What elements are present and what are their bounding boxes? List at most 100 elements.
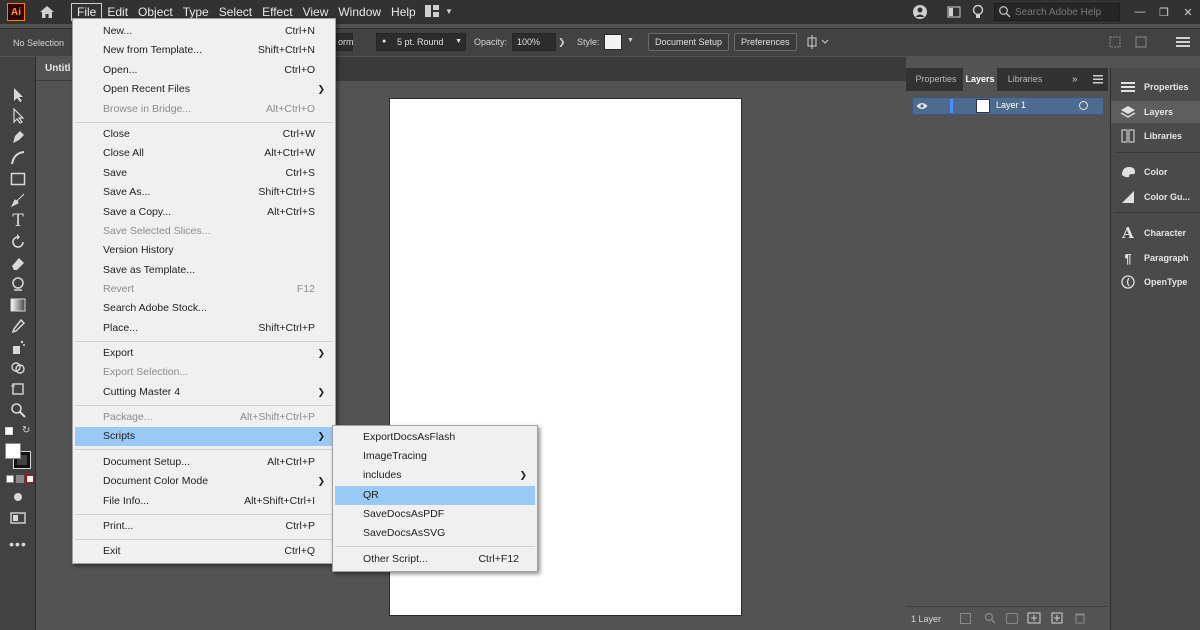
- gradient-mode-icon[interactable]: [16, 475, 24, 483]
- menu-item-file-info[interactable]: File Info... Alt+Shift+Ctrl+I: [75, 492, 333, 511]
- menu-item-save-as-template[interactable]: Save as Template...: [75, 261, 333, 280]
- menu-item-print[interactable]: Print... Ctrl+P: [75, 517, 333, 536]
- eraser-tool-icon[interactable]: [9, 254, 27, 272]
- panel-menu-icon[interactable]: [1093, 75, 1103, 87]
- dock-opentype[interactable]: OpenType: [1111, 271, 1200, 293]
- tab-properties[interactable]: Properties: [909, 68, 963, 91]
- target-circle-icon[interactable]: [1079, 101, 1088, 110]
- script-item-other-script[interactable]: Other Script... Ctrl+F12: [335, 550, 535, 569]
- document-tab[interactable]: Untitl: [36, 57, 76, 81]
- close-button[interactable]: ✕: [1176, 2, 1200, 22]
- dock-color[interactable]: Color: [1111, 161, 1200, 183]
- direct-selection-tool-icon[interactable]: [9, 107, 27, 125]
- eye-icon[interactable]: [916, 102, 928, 110]
- menu-help[interactable]: Help: [386, 3, 421, 21]
- type-tool-icon[interactable]: T: [9, 211, 27, 231]
- curvature-tool-icon[interactable]: [9, 149, 27, 167]
- none-mode-icon[interactable]: [26, 475, 34, 483]
- menu-item-open-recent[interactable]: Open Recent Files ❯: [75, 80, 333, 99]
- script-item-save-docs-as-pdf[interactable]: SaveDocsAsPDF: [335, 505, 535, 524]
- script-item-qr[interactable]: QR: [335, 486, 535, 505]
- document-setup-button[interactable]: Document Setup: [648, 33, 730, 51]
- menu-item-document-setup[interactable]: Document Setup... Alt+Ctrl+P: [75, 453, 333, 472]
- search-input[interactable]: Search Adobe Help: [994, 3, 1120, 21]
- menu-item-place[interactable]: Place... Shift+Ctrl+P: [75, 319, 333, 338]
- dock-paragraph[interactable]: ¶ Paragraph: [1111, 247, 1200, 269]
- pen-tool-icon[interactable]: [9, 128, 27, 146]
- new-layer-icon[interactable]: [1051, 612, 1063, 626]
- arrange-icon[interactable]: [806, 35, 830, 52]
- dock-libraries[interactable]: Libraries: [1111, 125, 1200, 147]
- paintbrush-tool-icon[interactable]: [9, 191, 27, 209]
- opacity-input[interactable]: 100%: [512, 33, 556, 51]
- menu-item-cutting-master[interactable]: Cutting Master 4 ❯: [75, 383, 333, 402]
- shape-builder-tool-icon[interactable]: [9, 359, 27, 377]
- trash-icon[interactable]: [1074, 612, 1086, 626]
- symbol-sprayer-tool-icon[interactable]: [9, 338, 27, 356]
- tab-libraries[interactable]: Libraries: [1001, 68, 1049, 91]
- menu-item-save[interactable]: Save Ctrl+S: [75, 164, 333, 183]
- collapse-panel-icon[interactable]: »: [1072, 74, 1078, 85]
- script-item-includes[interactable]: includes ❯: [335, 466, 535, 485]
- dock-color-guide[interactable]: Color Gu...: [1111, 186, 1200, 208]
- tab-layers[interactable]: Layers: [963, 68, 997, 91]
- menu-item-save-as[interactable]: Save As... Shift+Ctrl+S: [75, 183, 333, 202]
- color-mode-icon[interactable]: [6, 475, 14, 483]
- menu-item-exit[interactable]: Exit Ctrl+Q: [75, 542, 333, 561]
- preferences-button[interactable]: Preferences: [734, 33, 797, 51]
- minimize-button[interactable]: —: [1128, 2, 1152, 22]
- gradient-tool-icon[interactable]: [9, 296, 27, 314]
- home-icon[interactable]: [37, 2, 57, 22]
- zoom-tool-icon[interactable]: [9, 401, 27, 419]
- menu-item-close-all[interactable]: Close All Alt+Ctrl+W: [75, 144, 333, 163]
- menu-window[interactable]: Window: [333, 3, 386, 21]
- swap-colors-icon[interactable]: ↻: [22, 425, 30, 436]
- panel-toggle-icon[interactable]: [942, 2, 966, 22]
- menu-item-scripts[interactable]: Scripts ❯: [75, 427, 333, 446]
- script-item-export-docs-as-flash[interactable]: ExportDocsAsFlash: [335, 428, 535, 447]
- layer-row[interactable]: Layer 1: [912, 97, 1104, 115]
- transform-icon[interactable]: [1134, 35, 1148, 52]
- menu-item-close[interactable]: Close Ctrl+W: [75, 125, 333, 144]
- eyedropper-tool-icon[interactable]: [9, 317, 27, 335]
- chevron-right-icon[interactable]: ❯: [558, 37, 566, 48]
- fill-swatch[interactable]: [5, 443, 21, 459]
- style-swatch[interactable]: [604, 34, 622, 50]
- menu-item-document-color-mode[interactable]: Document Color Mode ❯: [75, 472, 333, 491]
- menu-item-search-adobe-stock[interactable]: Search Adobe Stock...: [75, 299, 333, 318]
- menu-item-new-from-template[interactable]: New from Template... Shift+Ctrl+N: [75, 41, 333, 60]
- workspace-switcher[interactable]: ▼: [424, 4, 453, 18]
- menu-item-version-history[interactable]: Version History: [75, 241, 333, 260]
- menu-item-export[interactable]: Export ❯: [75, 344, 333, 363]
- warp-tool-icon[interactable]: [9, 275, 27, 293]
- more-tools-icon[interactable]: •••: [9, 535, 27, 553]
- hamburger-menu-icon[interactable]: [1176, 36, 1190, 51]
- menu-item-save-a-copy[interactable]: Save a Copy... Alt+Ctrl+S: [75, 203, 333, 222]
- stroke-profile-dropdown[interactable]: ● 5 pt. Round ▼: [376, 33, 466, 51]
- chevron-down-icon[interactable]: ▼: [627, 37, 634, 44]
- new-sublayer-icon[interactable]: [1027, 612, 1041, 626]
- style-fragment-field[interactable]: orm: [333, 33, 354, 51]
- artboard-tool-icon[interactable]: [9, 380, 27, 398]
- locate-object-icon[interactable]: [984, 612, 996, 626]
- dock-character[interactable]: A Character: [1111, 222, 1200, 244]
- export-asset-icon[interactable]: [960, 613, 971, 624]
- script-item-image-tracing[interactable]: ImageTracing: [335, 447, 535, 466]
- restore-button[interactable]: ❐: [1152, 2, 1176, 22]
- rotate-tool-icon[interactable]: [9, 233, 27, 251]
- dock-layers[interactable]: Layers: [1111, 101, 1200, 123]
- layer-name[interactable]: Layer 1: [996, 100, 1026, 110]
- default-colors-icon[interactable]: [5, 427, 13, 435]
- dock-properties[interactable]: Properties: [1111, 76, 1200, 98]
- menu-item-new[interactable]: New... Ctrl+N: [75, 22, 333, 41]
- align-icon[interactable]: [1108, 35, 1122, 52]
- lightbulb-icon[interactable]: [966, 2, 990, 22]
- rectangle-tool-icon[interactable]: [9, 170, 27, 188]
- user-account-icon[interactable]: [908, 2, 932, 22]
- draw-mode-icon[interactable]: [9, 488, 27, 506]
- script-item-save-docs-as-svg[interactable]: SaveDocsAsSVG: [335, 524, 535, 543]
- screen-mode-icon[interactable]: [9, 509, 27, 527]
- selection-tool-icon[interactable]: [9, 86, 27, 104]
- menu-item-open[interactable]: Open... Ctrl+O: [75, 61, 333, 80]
- clipping-mask-icon[interactable]: [1006, 613, 1018, 624]
